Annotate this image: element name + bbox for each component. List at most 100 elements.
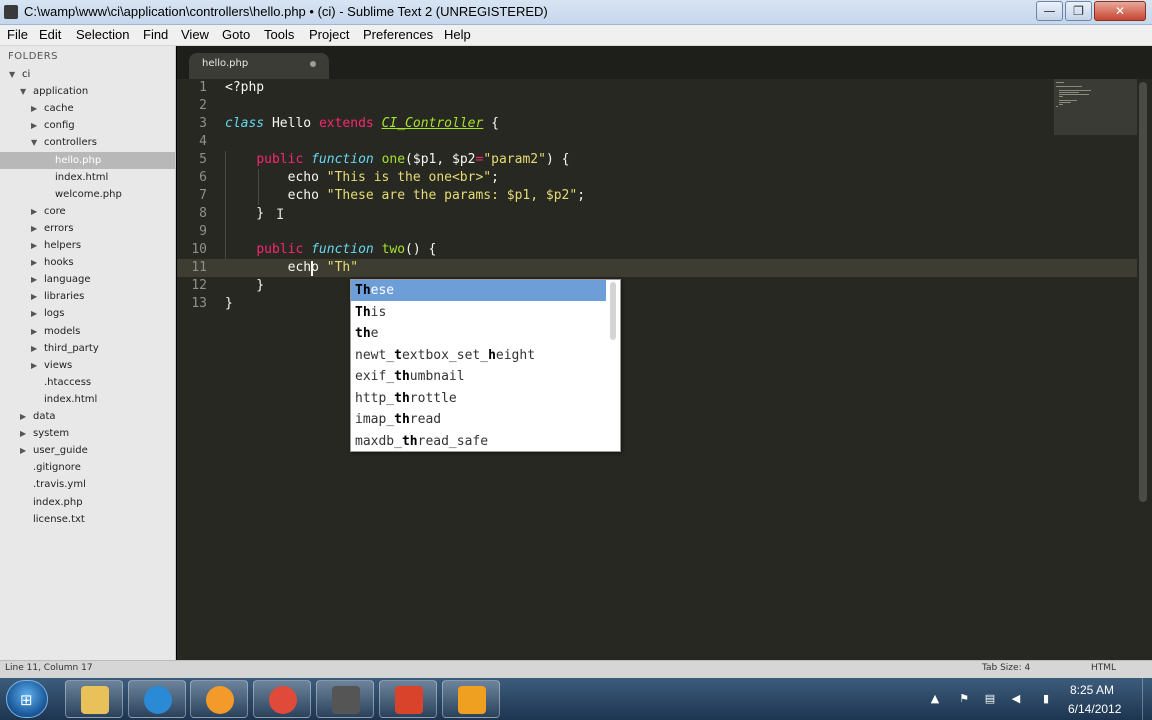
code-line[interactable]: 4 xyxy=(177,133,1137,151)
autocomplete-item[interactable]: These xyxy=(351,280,606,301)
tree-file[interactable]: welcome.php xyxy=(0,186,175,203)
autocomplete-item[interactable]: imap_thread xyxy=(351,409,606,430)
disclosure-expanded-icon[interactable]: ▼ xyxy=(9,66,15,83)
autocomplete-item[interactable]: the xyxy=(351,323,606,344)
disclosure-collapsed-icon[interactable]: ▶ xyxy=(31,340,37,357)
tree-file[interactable]: .travis.yml xyxy=(0,476,175,493)
taskbar-explorer-button[interactable] xyxy=(65,680,123,718)
tree-file[interactable]: .htaccess xyxy=(0,374,175,391)
disclosure-collapsed-icon[interactable]: ▶ xyxy=(20,408,26,425)
minimize-button[interactable]: — xyxy=(1036,1,1063,21)
disclosure-collapsed-icon[interactable]: ▶ xyxy=(31,323,37,340)
autocomplete-item[interactable]: newt_textbox_set_height xyxy=(351,345,606,366)
tree-folder[interactable]: ▶ user_guide xyxy=(0,442,175,459)
show-hidden-icons-icon[interactable]: ▲ xyxy=(928,692,942,706)
editor-scrollbar[interactable] xyxy=(1139,82,1147,502)
tab-hello-php[interactable]: hello.php xyxy=(189,53,329,79)
code-line[interactable]: 7 echo "These are the params: $p1, $p2"; xyxy=(177,187,1137,205)
autocomplete-item[interactable]: http_throttle xyxy=(351,388,606,409)
tree-folder[interactable]: ▶ data xyxy=(0,408,175,425)
menu-goto[interactable]: Goto xyxy=(222,27,250,42)
tree-folder[interactable]: ▶ core xyxy=(0,203,175,220)
code-line[interactable]: 1 <?php xyxy=(177,79,1137,97)
menu-view[interactable]: View xyxy=(181,27,209,42)
taskbar-internet-explorer-button[interactable] xyxy=(128,680,186,718)
menu-selection[interactable]: Selection xyxy=(76,27,129,42)
menu-preferences[interactable]: Preferences xyxy=(363,27,433,42)
tree-folder[interactable]: ▶ models xyxy=(0,323,175,340)
tree-file[interactable]: index.php xyxy=(0,494,175,511)
battery-icon[interactable]: ▮ xyxy=(1039,692,1053,706)
action-center-icon[interactable]: ⚑ xyxy=(957,692,971,706)
tree-folder[interactable]: ▼ controllers xyxy=(0,134,175,151)
tree-folder[interactable]: ▶ libraries xyxy=(0,288,175,305)
show-desktop-button[interactable] xyxy=(1142,678,1152,720)
maximize-button[interactable]: ❐ xyxy=(1065,1,1092,21)
taskbar-media-player-button[interactable] xyxy=(190,680,248,718)
taskbar-chrome-button[interactable] xyxy=(253,680,311,718)
disclosure-collapsed-icon[interactable]: ▶ xyxy=(31,100,37,117)
code-line[interactable]: 9 xyxy=(177,223,1137,241)
taskbar-audio-recorder-button[interactable] xyxy=(442,680,500,718)
tree-folder[interactable]: ▶ hooks xyxy=(0,254,175,271)
disclosure-collapsed-icon[interactable]: ▶ xyxy=(31,357,37,374)
tree-folder[interactable]: ▶ errors xyxy=(0,220,175,237)
code-line[interactable]: 3 class Hello extends CI_Controller { xyxy=(177,115,1137,133)
code-line[interactable]: 8 } xyxy=(177,205,1137,223)
clock-time[interactable]: 8:25 AM xyxy=(1070,683,1114,697)
tree-folder[interactable]: ▼ ci xyxy=(0,66,175,83)
code-line[interactable]: 12 } xyxy=(177,277,1137,295)
code-line[interactable]: 5 public function one($p1, $p2="param2")… xyxy=(177,151,1137,169)
menu-edit[interactable]: Edit xyxy=(39,27,61,42)
tree-file[interactable]: index.html xyxy=(0,169,175,186)
tab-size[interactable]: Tab Size: 4 xyxy=(982,663,1030,673)
taskbar-camtasia-button[interactable] xyxy=(379,680,437,718)
disclosure-collapsed-icon[interactable]: ▶ xyxy=(20,442,26,459)
disclosure-collapsed-icon[interactable]: ▶ xyxy=(31,288,37,305)
tree-file[interactable]: hello.php xyxy=(0,151,175,169)
tree-folder[interactable]: ▶ cache xyxy=(0,100,175,117)
code-line[interactable]: 13} xyxy=(177,295,1137,313)
menu-file[interactable]: File xyxy=(7,27,28,42)
disclosure-collapsed-icon[interactable]: ▶ xyxy=(20,425,26,442)
tree-folder[interactable]: ▶ system xyxy=(0,425,175,442)
start-button[interactable]: ⊞ xyxy=(6,680,48,718)
disclosure-expanded-icon[interactable]: ▼ xyxy=(20,83,26,100)
modified-dot-icon[interactable] xyxy=(310,61,316,67)
tree-folder[interactable]: ▶ language xyxy=(0,271,175,288)
tree-file[interactable]: license.txt xyxy=(0,511,175,528)
minimap[interactable] xyxy=(1054,79,1137,135)
code-line[interactable]: 6 echo "This is the one<br>"; xyxy=(177,169,1137,187)
autocomplete-scrollbar[interactable] xyxy=(610,282,616,340)
autocomplete-item[interactable]: exif_thumbnail xyxy=(351,366,606,387)
close-button[interactable]: ✕ xyxy=(1094,1,1146,21)
tree-file[interactable]: index.html xyxy=(0,391,175,408)
menu-help[interactable]: Help xyxy=(444,27,471,42)
syntax-mode[interactable]: HTML xyxy=(1091,663,1116,673)
disclosure-collapsed-icon[interactable]: ▶ xyxy=(31,237,37,254)
autocomplete-item[interactable]: maxdb_thread_safe xyxy=(351,431,606,452)
disclosure-collapsed-icon[interactable]: ▶ xyxy=(31,203,37,220)
clock-date[interactable]: 6/14/2012 xyxy=(1068,702,1121,716)
tree-folder[interactable]: ▼ application xyxy=(0,83,175,100)
editor-pane[interactable]: hello.php 1 <?php 2 3 class Hello extends CI… xyxy=(177,46,1152,660)
code-line[interactable]: 2 xyxy=(177,97,1137,115)
disclosure-collapsed-icon[interactable]: ▶ xyxy=(31,117,37,134)
tree-file[interactable]: .gitignore xyxy=(0,459,175,476)
code-area[interactable]: 1 <?php 2 3 class Hello extends CI_Controlle… xyxy=(177,79,1137,660)
code-line[interactable]: 11 echo "Th" xyxy=(177,259,1137,277)
disclosure-collapsed-icon[interactable]: ▶ xyxy=(31,271,37,288)
tree-folder[interactable]: ▶ third_party xyxy=(0,340,175,357)
disclosure-collapsed-icon[interactable]: ▶ xyxy=(31,305,37,322)
volume-icon[interactable]: ◀ xyxy=(1009,692,1023,706)
disclosure-expanded-icon[interactable]: ▼ xyxy=(31,134,37,151)
disclosure-collapsed-icon[interactable]: ▶ xyxy=(31,220,37,237)
network-icon[interactable]: ▤ xyxy=(983,692,997,706)
disclosure-collapsed-icon[interactable]: ▶ xyxy=(31,254,37,271)
menu-find[interactable]: Find xyxy=(143,27,168,42)
tree-folder[interactable]: ▶ views xyxy=(0,357,175,374)
autocomplete-popup[interactable]: These This the newt_textbox_set_height exif_… xyxy=(350,279,621,452)
code-line[interactable]: 10 public function two() { xyxy=(177,241,1137,259)
tree-folder[interactable]: ▶ config xyxy=(0,117,175,134)
taskbar-sublime-text-button[interactable] xyxy=(316,680,374,718)
